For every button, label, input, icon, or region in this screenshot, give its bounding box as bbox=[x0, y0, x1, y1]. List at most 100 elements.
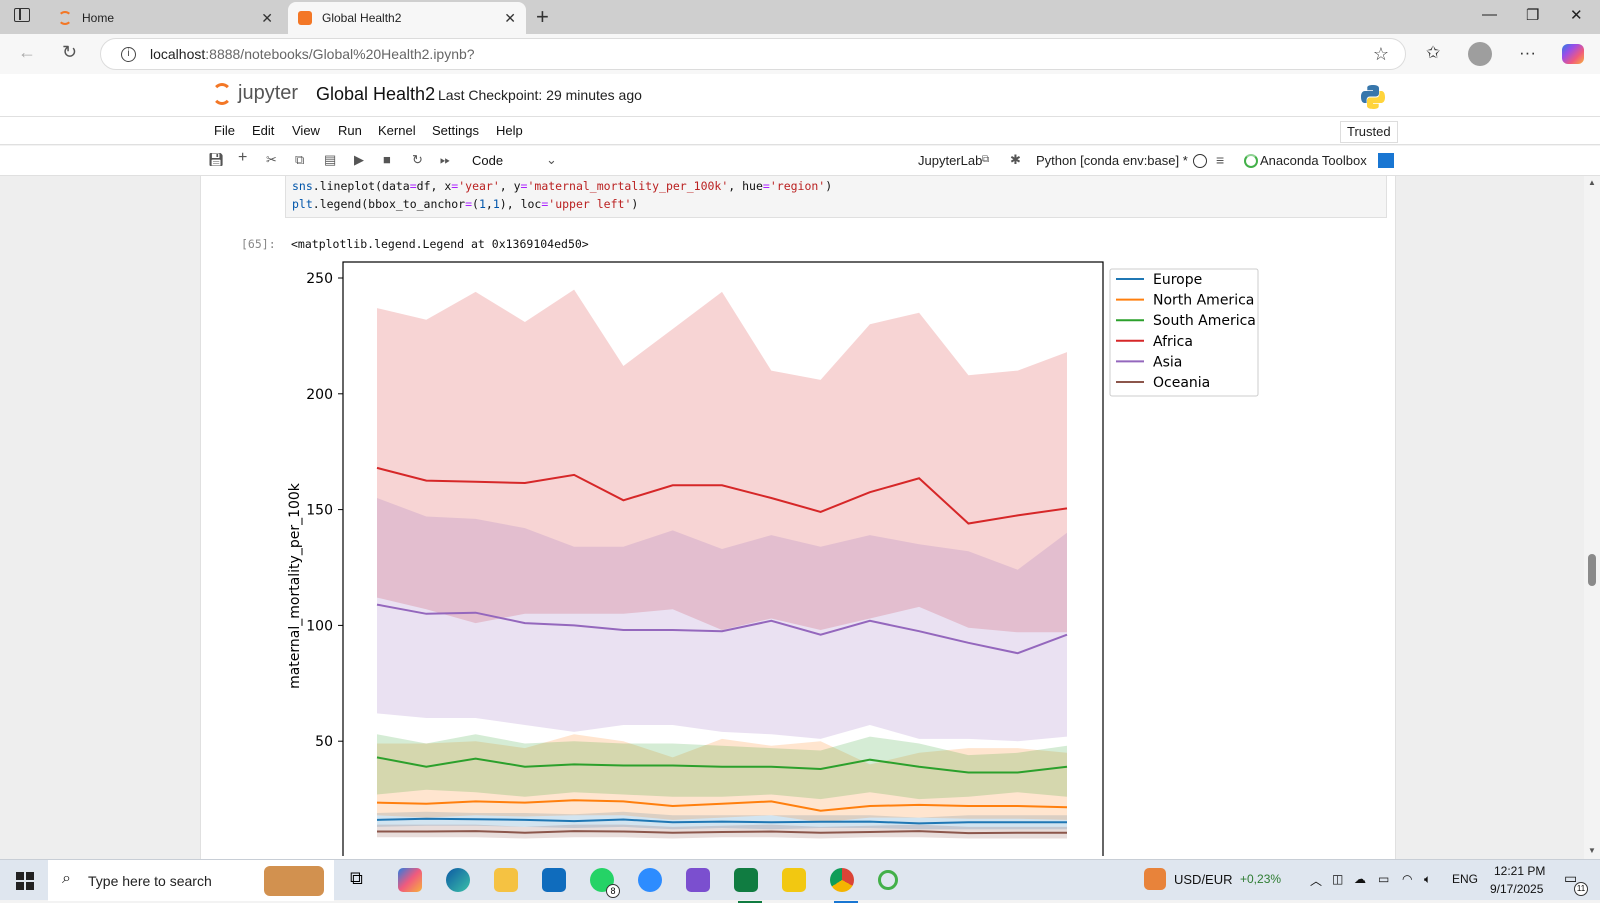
tab-home[interactable]: Home ✕ bbox=[48, 2, 283, 34]
menu-help[interactable]: Help bbox=[496, 123, 523, 138]
favorite-star-icon[interactable]: ☆ bbox=[1373, 44, 1389, 65]
close-icon[interactable]: ✕ bbox=[504, 10, 516, 27]
legend-label: Europe bbox=[1153, 272, 1202, 288]
scroll-up-icon[interactable]: ▲ bbox=[1588, 178, 1596, 187]
copy-icon[interactable]: ⧉ bbox=[295, 152, 304, 168]
clock-date[interactable]: 9/17/2025 bbox=[1490, 882, 1543, 896]
favorites-icon[interactable]: ✩ bbox=[1426, 43, 1440, 63]
volume-icon[interactable]: 🔈︎ bbox=[1424, 872, 1431, 887]
file-explorer-icon[interactable] bbox=[494, 868, 518, 892]
windows-taskbar: ⌕ Type here to search ⧉ 8 USD/EUR +0,23%… bbox=[0, 859, 1600, 903]
insert-cell-icon[interactable]: + bbox=[238, 149, 247, 167]
search-highlight-icon bbox=[264, 866, 324, 896]
visual-studio-icon[interactable] bbox=[686, 868, 710, 892]
toolbox-panel-icon[interactable] bbox=[1378, 153, 1394, 168]
outlook-icon[interactable] bbox=[542, 868, 566, 892]
y-tick-label: 50 bbox=[315, 734, 333, 750]
scroll-thumb[interactable] bbox=[1588, 554, 1596, 586]
chrome-icon[interactable] bbox=[830, 868, 854, 892]
cell-type-select[interactable]: Code bbox=[472, 153, 503, 168]
windows-start-icon[interactable] bbox=[16, 872, 34, 890]
task-view-icon[interactable]: ⧉ bbox=[350, 868, 374, 892]
menu-run[interactable]: Run bbox=[338, 123, 362, 138]
close-icon[interactable]: ✕ bbox=[261, 10, 273, 27]
meet-icon[interactable]: ◫ bbox=[1332, 872, 1343, 886]
window-close-icon[interactable]: ✕ bbox=[1570, 6, 1583, 24]
save-icon[interactable]: 💾︎ bbox=[208, 152, 225, 168]
zoom-icon[interactable] bbox=[638, 868, 662, 892]
python-logo-icon bbox=[1361, 85, 1385, 109]
last-checkpoint: Last Checkpoint: 29 minutes ago bbox=[438, 87, 642, 103]
cut-icon[interactable]: ✂ bbox=[266, 152, 277, 168]
tab-title: Home bbox=[82, 11, 115, 25]
currency-pair[interactable]: USD/EUR bbox=[1174, 872, 1233, 887]
menu-view[interactable]: View bbox=[292, 123, 320, 138]
legend-label: Asia bbox=[1153, 354, 1182, 370]
menu-edit[interactable]: Edit bbox=[252, 123, 274, 138]
trusted-indicator[interactable]: Trusted bbox=[1340, 121, 1398, 143]
output-text: <matplotlib.legend.Legend at 0x1369104ed… bbox=[291, 237, 589, 251]
run-icon[interactable]: ▶ bbox=[354, 152, 364, 168]
anaconda-icon bbox=[1244, 154, 1258, 168]
menu-bar: File Edit View Run Kernel Settings Help … bbox=[0, 117, 1600, 145]
restart-icon[interactable]: ↻ bbox=[412, 152, 423, 168]
chevron-up-icon[interactable]: ︿ bbox=[1310, 872, 1322, 889]
more-menu-icon[interactable]: ··· bbox=[1519, 43, 1536, 63]
url-bar[interactable]: i localhost:8888/notebooks/Global%20Heal… bbox=[100, 38, 1406, 70]
edge-icon[interactable] bbox=[446, 868, 470, 892]
url-rest: :8888/notebooks/Global%20Health2.ipynb? bbox=[205, 46, 475, 62]
legend-label: Oceania bbox=[1153, 375, 1210, 391]
taskbar-search[interactable]: ⌕ Type here to search bbox=[48, 860, 334, 901]
kernel-status-icon bbox=[1193, 154, 1207, 168]
profile-avatar[interactable] bbox=[1468, 42, 1492, 66]
site-info-icon[interactable]: i bbox=[121, 46, 136, 62]
external-link-icon: ⧉ bbox=[982, 154, 990, 165]
anaconda-toolbox[interactable]: Anaconda Toolbox bbox=[1260, 153, 1367, 168]
jupyterlab-link[interactable]: JupyterLab bbox=[918, 153, 982, 168]
sidebar-toggle-icon[interactable] bbox=[14, 8, 30, 22]
scroll-down-icon[interactable]: ▼ bbox=[1588, 846, 1596, 855]
copilot-app-icon[interactable] bbox=[398, 868, 422, 892]
notebook-title[interactable]: Global Health2 bbox=[316, 84, 435, 105]
back-icon[interactable]: ← bbox=[18, 42, 36, 63]
url-host: localhost bbox=[150, 46, 206, 62]
stop-icon[interactable]: ■ bbox=[383, 152, 391, 167]
cloud-icon[interactable]: ☁ bbox=[1354, 872, 1366, 886]
menu-file[interactable]: File bbox=[214, 123, 235, 138]
kernel-name[interactable]: Python [conda env:base] * bbox=[1036, 153, 1188, 168]
power-bi-icon[interactable] bbox=[782, 868, 806, 892]
restore-icon[interactable]: ❐ bbox=[1526, 6, 1539, 24]
wifi-icon[interactable]: ◠ bbox=[1402, 872, 1412, 886]
jupyter-ring-icon bbox=[212, 82, 232, 105]
code-cell[interactable]: sns.lineplot(data=df, x='year', y='mater… bbox=[285, 176, 1387, 218]
tab-title: Global Health2 bbox=[322, 11, 402, 25]
search-icon: ⌕ bbox=[62, 870, 71, 887]
code-line: plt.legend(bbox_to_anchor=(1,1), loc='up… bbox=[292, 197, 639, 211]
chevron-down-icon[interactable]: ⌄ bbox=[546, 152, 557, 168]
language-indicator[interactable]: ENG bbox=[1452, 872, 1478, 886]
y-tick-label: 150 bbox=[306, 503, 333, 519]
currency-widget-icon[interactable] bbox=[1144, 868, 1166, 890]
tab-global-health2[interactable]: Global Health2 ✕ bbox=[288, 2, 526, 34]
menu-settings[interactable]: Settings bbox=[432, 123, 479, 138]
anaconda-navigator-icon[interactable] bbox=[878, 870, 898, 890]
code-line: sns.lineplot(data=df, x='year', y='mater… bbox=[292, 179, 833, 193]
new-tab-icon[interactable]: + bbox=[536, 4, 549, 30]
reload-icon[interactable]: ↻ bbox=[62, 42, 77, 63]
notebook-favicon-icon bbox=[298, 11, 312, 25]
notebook-area: sns.lineplot(data=df, x='year', y='mater… bbox=[0, 176, 1600, 859]
hamburger-icon[interactable]: ≡ bbox=[1216, 152, 1224, 168]
page-scrollbar[interactable]: ▲ ▼ bbox=[1584, 176, 1600, 859]
jupyter-logo-text: jupyter bbox=[238, 82, 299, 104]
clock-time[interactable]: 12:21 PM bbox=[1494, 864, 1545, 878]
copilot-icon[interactable] bbox=[1562, 44, 1584, 64]
paste-icon[interactable]: ▤ bbox=[324, 152, 336, 168]
jupyter-logo[interactable]: jupyter bbox=[212, 82, 298, 105]
excel-icon[interactable] bbox=[734, 868, 758, 892]
minimize-icon[interactable]: — bbox=[1482, 6, 1497, 23]
battery-icon[interactable]: ▭ bbox=[1378, 872, 1389, 886]
run-all-icon[interactable]: ⏩︎ bbox=[440, 152, 450, 168]
debugger-icon[interactable]: ✱ bbox=[1010, 152, 1021, 168]
whatsapp-badge: 8 bbox=[606, 884, 620, 898]
menu-kernel[interactable]: Kernel bbox=[378, 123, 416, 138]
